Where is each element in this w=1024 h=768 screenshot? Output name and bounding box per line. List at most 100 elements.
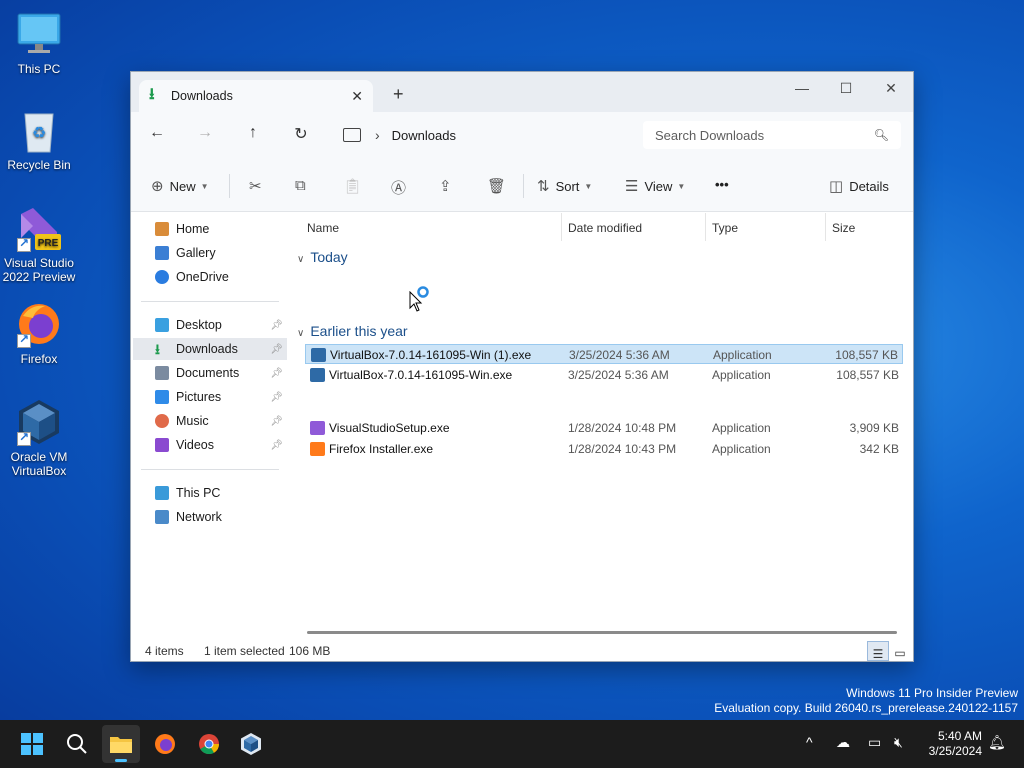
new-tab-button[interactable]: + (393, 84, 404, 105)
sidebar-item-gallery[interactable]: Gallery (133, 242, 287, 264)
document-icon (155, 366, 169, 380)
sort-button[interactable]: ⇅ Sort ▼ (537, 177, 592, 195)
search-input[interactable] (655, 127, 874, 143)
pin-icon[interactable]: 📌︎ (270, 416, 283, 427)
close-window-icon[interactable]: ✕ (868, 76, 914, 100)
details-pane-icon: ◫ (829, 178, 844, 195)
breadcrumb-downloads[interactable]: Downloads (392, 128, 456, 143)
column-header-type[interactable]: Type (712, 221, 738, 235)
notification-bell-icon[interactable]: 🔔︎ (988, 734, 1006, 751)
sidebar-item-downloads[interactable]: ⭳ Downloads 📌︎ (133, 338, 287, 360)
group-header-today[interactable]: ∨ Today (297, 249, 348, 265)
sidebar-item-videos[interactable]: Videos 📌︎ (133, 434, 287, 456)
back-arrow-icon[interactable]: ← (145, 124, 169, 142)
trash-icon: 🗑︎ (487, 178, 507, 195)
sidebar-item-desktop[interactable]: Desktop 📌︎ (133, 314, 287, 336)
desktop-icon-virtualbox[interactable]: Oracle VM VirtualBox (0, 398, 78, 478)
paste-button[interactable]: 📋︎ (343, 177, 368, 195)
refresh-icon[interactable]: ↻ (289, 124, 313, 144)
sort-label: Sort (555, 178, 580, 194)
tab-label: Downloads (171, 89, 233, 103)
system-clock[interactable]: 5:40 AM 3/25/2024 (929, 729, 982, 759)
desktop-icon-recycle-bin[interactable]: ♻ Recycle Bin (0, 106, 78, 172)
sidebar-item-music[interactable]: Music 📌︎ (133, 410, 287, 432)
sidebar-item-label: Home (176, 222, 210, 236)
network-icon (155, 510, 169, 524)
desktop-icon-label: This PC (17, 62, 61, 76)
forward-arrow-icon[interactable]: → (193, 124, 217, 142)
table-row[interactable]: Firefox Installer.exe 1/28/2024 10:43 PM… (305, 439, 903, 459)
firefox-icon (15, 300, 63, 348)
taskbar-file-explorer[interactable] (102, 725, 140, 763)
horizontal-scrollbar[interactable] (307, 631, 897, 634)
delete-button[interactable]: 🗑︎ (487, 177, 512, 195)
svg-text:♻: ♻ (32, 125, 46, 142)
taskbar-chrome[interactable] (194, 729, 224, 759)
file-size: 108,557 KB (835, 348, 898, 362)
sidebar-item-label: Desktop (176, 318, 222, 332)
pin-icon[interactable]: 📌︎ (270, 368, 283, 379)
pin-icon[interactable]: 📌︎ (270, 344, 283, 355)
share-button[interactable]: ⇪ (439, 177, 458, 195)
start-button[interactable] (17, 729, 47, 759)
chrome-icon (199, 734, 220, 755)
group-header-earlier[interactable]: ∨ Earlier this year (297, 323, 408, 339)
file-name: VirtualBox-7.0.14-161095-Win.exe (329, 368, 513, 382)
more-options-button[interactable]: ••• (715, 177, 729, 192)
pin-icon[interactable]: 📌︎ (270, 320, 283, 331)
column-header-size[interactable]: Size (832, 221, 855, 235)
column-divider (825, 213, 826, 241)
search-icon (67, 734, 87, 754)
desktop-icon-firefox[interactable]: Firefox (0, 300, 78, 366)
sidebar-item-home[interactable]: Home (133, 218, 287, 240)
address-bar[interactable]: › Downloads (333, 121, 623, 149)
minimize-icon[interactable]: — (779, 76, 825, 100)
clock-time: 5:40 AM (937, 729, 982, 743)
chevron-up-icon[interactable]: ^ (806, 734, 813, 750)
table-row[interactable]: VirtualBox-7.0.14-161095-Win.exe 3/25/20… (305, 365, 903, 385)
column-header-date[interactable]: Date modified (568, 221, 642, 235)
copy-button[interactable]: ⧉ (295, 177, 312, 194)
details-view-button[interactable]: ☰ (867, 641, 889, 661)
clipboard-icon: 📋︎ (343, 178, 363, 195)
pin-icon[interactable]: 📌︎ (270, 440, 283, 451)
virtualbox-icon (310, 368, 325, 382)
cloud-offline-icon[interactable]: ☁ (836, 734, 850, 751)
volume-muted-icon[interactable]: 🔇︎ (894, 734, 903, 751)
file-type: Application (712, 421, 771, 435)
watermark-line-2: Evaluation copy. Build 26040.rs_prerelea… (714, 701, 1018, 715)
table-row[interactable]: VisualStudioSetup.exe 1/28/2024 10:48 PM… (305, 418, 903, 438)
column-divider (561, 213, 562, 241)
tab-downloads[interactable]: ⭳ Downloads ✕ (139, 80, 373, 112)
search-box[interactable]: 🔍︎ (643, 121, 901, 149)
cut-button[interactable]: ✂ (249, 177, 268, 195)
table-row[interactable]: VirtualBox-7.0.14-161095-Win (1).exe 3/2… (305, 344, 903, 364)
details-pane-button[interactable]: ◫ Details (829, 177, 889, 195)
file-size: 3,909 KB (849, 421, 899, 435)
download-arrow-icon: ⭳ (155, 341, 160, 357)
ellipsis-icon: ••• (715, 177, 729, 192)
desktop-icon-visual-studio[interactable]: PRE Visual Studio 2022 Preview (0, 204, 78, 284)
column-header-name[interactable]: Name (307, 221, 339, 235)
rename-button[interactable]: Ⓐ (391, 177, 412, 198)
visual-studio-icon (310, 421, 325, 435)
windows-watermark: Windows 11 Pro Insider Preview Evaluatio… (714, 686, 1018, 716)
new-button[interactable]: ⊕ New ▼ (151, 177, 209, 195)
up-arrow-icon[interactable]: ↑ (241, 124, 265, 142)
sidebar-item-documents[interactable]: Documents 📌︎ (133, 362, 287, 384)
view-button[interactable]: ☰ View ▼ (625, 177, 685, 195)
close-tab-icon[interactable]: ✕ (351, 88, 363, 105)
search-button[interactable] (62, 729, 92, 759)
sidebar-item-network[interactable]: Network (133, 506, 287, 528)
video-icon (155, 438, 169, 452)
sidebar-item-onedrive[interactable]: OneDrive (133, 266, 287, 288)
tiles-view-button[interactable]: ▭ (889, 641, 911, 661)
taskbar-firefox[interactable] (150, 729, 180, 759)
sidebar-item-pictures[interactable]: Pictures 📌︎ (133, 386, 287, 408)
sidebar-item-this-pc[interactable]: This PC (133, 482, 287, 504)
taskbar-virtualbox[interactable] (236, 729, 266, 759)
desktop-icon-this-pc[interactable]: This PC (0, 10, 78, 76)
maximize-icon[interactable]: ☐ (823, 76, 869, 100)
pin-icon[interactable]: 📌︎ (270, 392, 283, 403)
network-icon[interactable]: ▭ (868, 734, 881, 751)
